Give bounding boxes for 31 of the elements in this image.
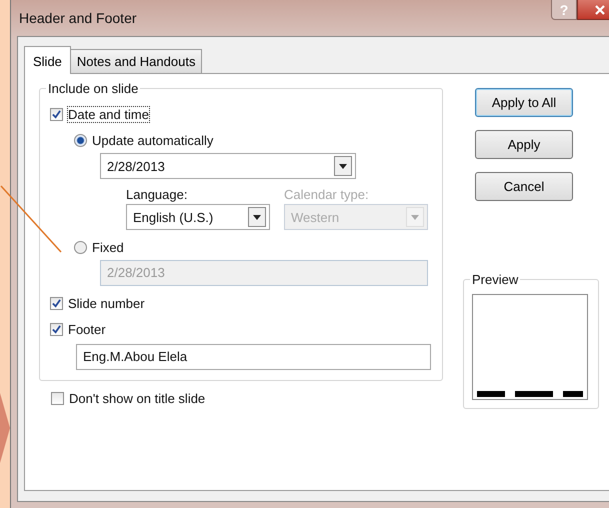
dialog-button[interactable]: Apply to All [475,88,573,117]
checkbox-label: Slide number [68,296,145,310]
checkbox-label: Don't show on title slide [69,390,206,406]
dialog-button[interactable]: Cancel [475,172,573,201]
checkbox-label: Date and time [68,106,149,122]
triangle-shape [0,393,10,463]
checkbox-label: Footer [68,322,106,336]
date-format-dropdown[interactable]: 2/28/2013 [100,153,356,179]
radio-label: Update automatically [92,132,214,148]
group-title: Preview [470,272,520,287]
checkbox[interactable] [50,322,63,336]
radio-button[interactable] [74,240,87,254]
language-dropdown[interactable]: English (U.S.) [126,204,270,230]
checkbox[interactable] [50,296,63,310]
tab[interactable]: Slide [24,46,71,74]
caret-icon [411,214,419,220]
radio-button[interactable] [74,134,87,146]
checkbox[interactable] [51,392,64,404]
window-title: Header and Footer [18,10,137,26]
radio-label: Fixed [92,240,124,254]
language-label: Language: [126,187,188,202]
calendar-type-label: Calendar type: [284,187,370,202]
diagonal-line [0,185,62,253]
checkbox[interactable] [50,108,63,120]
footer-text-field[interactable]: Eng.M.Abou Elela [76,344,431,370]
tab[interactable]: Notes and Handouts [70,49,202,73]
group-title: Include on slide [46,81,140,96]
close-icon [594,4,606,14]
caret-icon [339,164,347,168]
dialog-button[interactable]: Apply [475,130,573,159]
caret-icon [253,214,261,220]
